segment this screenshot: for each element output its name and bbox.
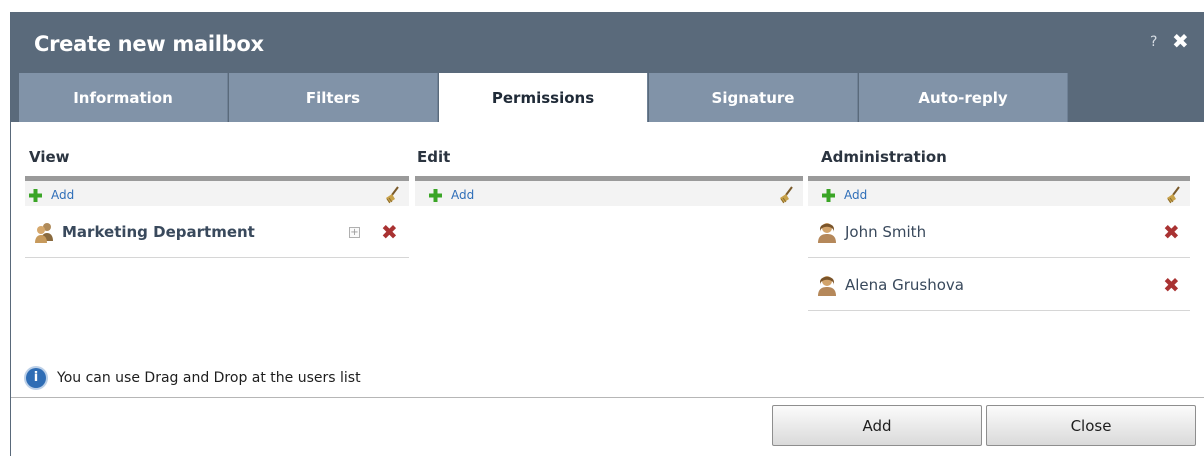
tab-signature[interactable]: Signature bbox=[649, 73, 858, 122]
list-item[interactable]: Marketing Department + ✖ bbox=[25, 206, 409, 258]
edit-column-title: Edit bbox=[417, 148, 451, 166]
list-item-label: Marketing Department bbox=[62, 222, 255, 241]
edit-add-button[interactable]: Add bbox=[429, 186, 474, 204]
help-button[interactable]: ? bbox=[1150, 34, 1157, 50]
hint-text: You can use Drag and Drop at the users l… bbox=[57, 370, 361, 386]
plus-icon bbox=[29, 188, 42, 202]
info-icon: i bbox=[26, 368, 46, 388]
drag-drop-hint: i You can use Drag and Drop at the users… bbox=[26, 368, 361, 388]
list-item-label: John Smith bbox=[845, 222, 927, 241]
view-add-label: Add bbox=[51, 188, 75, 202]
user-icon bbox=[818, 222, 836, 243]
view-column-title: View bbox=[29, 148, 70, 166]
administration-add-button[interactable]: Add bbox=[822, 186, 867, 204]
list-item-label: Alena Grushova bbox=[845, 275, 964, 294]
dialog-titlebar: Create new mailbox ? ✖ Information Filte… bbox=[11, 12, 1204, 122]
close-button[interactable]: Close bbox=[986, 405, 1196, 446]
administration-column-title: Administration bbox=[821, 148, 947, 166]
user-icon bbox=[818, 275, 836, 296]
add-button[interactable]: Add bbox=[772, 405, 982, 446]
view-toolbar: Add bbox=[25, 176, 409, 206]
edit-toolbar: Add bbox=[415, 176, 803, 206]
administration-toolbar: Add bbox=[808, 176, 1190, 206]
administration-add-label: Add bbox=[844, 188, 868, 202]
group-icon bbox=[35, 222, 53, 243]
clear-broom-icon[interactable] bbox=[1164, 186, 1182, 204]
edit-add-label: Add bbox=[451, 188, 475, 202]
dialog-footer: Add Close bbox=[11, 397, 1204, 456]
tab-information[interactable]: Information bbox=[19, 73, 228, 122]
close-dialog-icon[interactable]: ✖ bbox=[1172, 29, 1189, 53]
clear-broom-icon[interactable] bbox=[777, 186, 795, 204]
permissions-panel: View Add Marketing Department + ✖ Edit A… bbox=[11, 122, 1204, 397]
delete-icon[interactable]: ✖ bbox=[1163, 275, 1180, 295]
tab-permissions[interactable]: Permissions bbox=[439, 73, 648, 122]
dialog-title: Create new mailbox bbox=[34, 32, 264, 56]
plus-icon bbox=[429, 188, 442, 202]
view-add-button[interactable]: Add bbox=[29, 186, 74, 204]
expand-icon[interactable]: + bbox=[349, 227, 360, 238]
tab-auto-reply[interactable]: Auto-reply bbox=[859, 73, 1068, 122]
create-mailbox-dialog: Create new mailbox ? ✖ Information Filte… bbox=[10, 12, 1204, 456]
tab-filters[interactable]: Filters bbox=[229, 73, 438, 122]
delete-icon[interactable]: ✖ bbox=[1163, 222, 1180, 242]
plus-icon bbox=[822, 188, 835, 202]
list-item[interactable]: Alena Grushova ✖ bbox=[808, 259, 1190, 311]
delete-icon[interactable]: ✖ bbox=[381, 222, 398, 242]
clear-broom-icon[interactable] bbox=[383, 186, 401, 204]
list-item[interactable]: John Smith ✖ bbox=[808, 206, 1190, 258]
